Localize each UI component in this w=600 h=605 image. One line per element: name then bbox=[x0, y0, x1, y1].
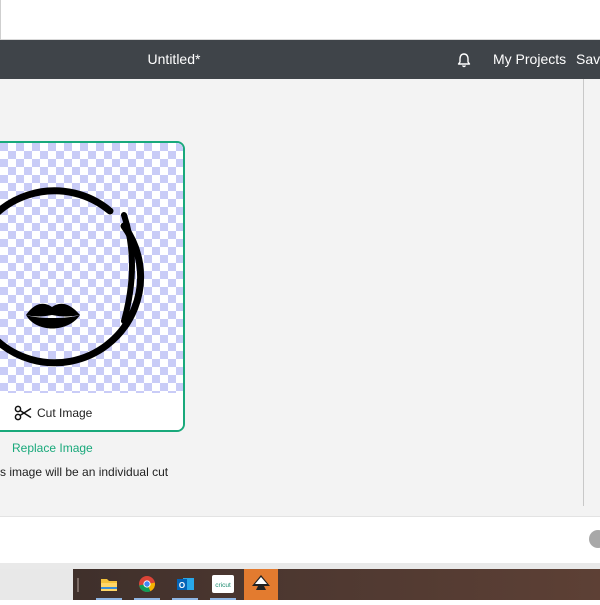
svg-text:O: O bbox=[179, 581, 185, 590]
cut-image-option[interactable]: Cut Image bbox=[0, 393, 183, 430]
taskbar-search-area[interactable] bbox=[0, 569, 73, 600]
app-header: Untitled* My Projects Save bbox=[0, 40, 600, 79]
taskbar-grip bbox=[77, 578, 79, 592]
face-design-image bbox=[0, 187, 145, 367]
file-explorer-icon[interactable] bbox=[92, 569, 126, 600]
image-card[interactable]: Cut Image bbox=[0, 141, 185, 432]
windows-taskbar: O cricut bbox=[0, 569, 600, 600]
cut-image-label: Cut Image bbox=[37, 406, 93, 420]
panel-divider bbox=[583, 79, 584, 506]
inkscape-icon[interactable] bbox=[244, 569, 278, 600]
chrome-icon[interactable] bbox=[130, 569, 164, 600]
bottom-bar bbox=[0, 516, 600, 563]
scissors-icon bbox=[14, 405, 32, 421]
window-edge bbox=[0, 0, 1, 40]
replace-image-link[interactable]: Replace Image bbox=[12, 441, 93, 455]
outlook-icon[interactable]: O bbox=[168, 569, 202, 600]
project-title: Untitled* bbox=[147, 51, 201, 67]
save-button[interactable]: Save bbox=[576, 40, 600, 79]
toggle-switch[interactable] bbox=[589, 530, 600, 548]
cricut-logo-text: cricut bbox=[215, 582, 231, 589]
browser-top-strip bbox=[0, 0, 600, 40]
bell-icon[interactable] bbox=[456, 52, 472, 68]
my-projects-button[interactable]: My Projects bbox=[493, 40, 566, 79]
individual-cut-note: s image will be an individual cut bbox=[0, 465, 169, 479]
cricut-icon[interactable]: cricut bbox=[206, 569, 240, 600]
